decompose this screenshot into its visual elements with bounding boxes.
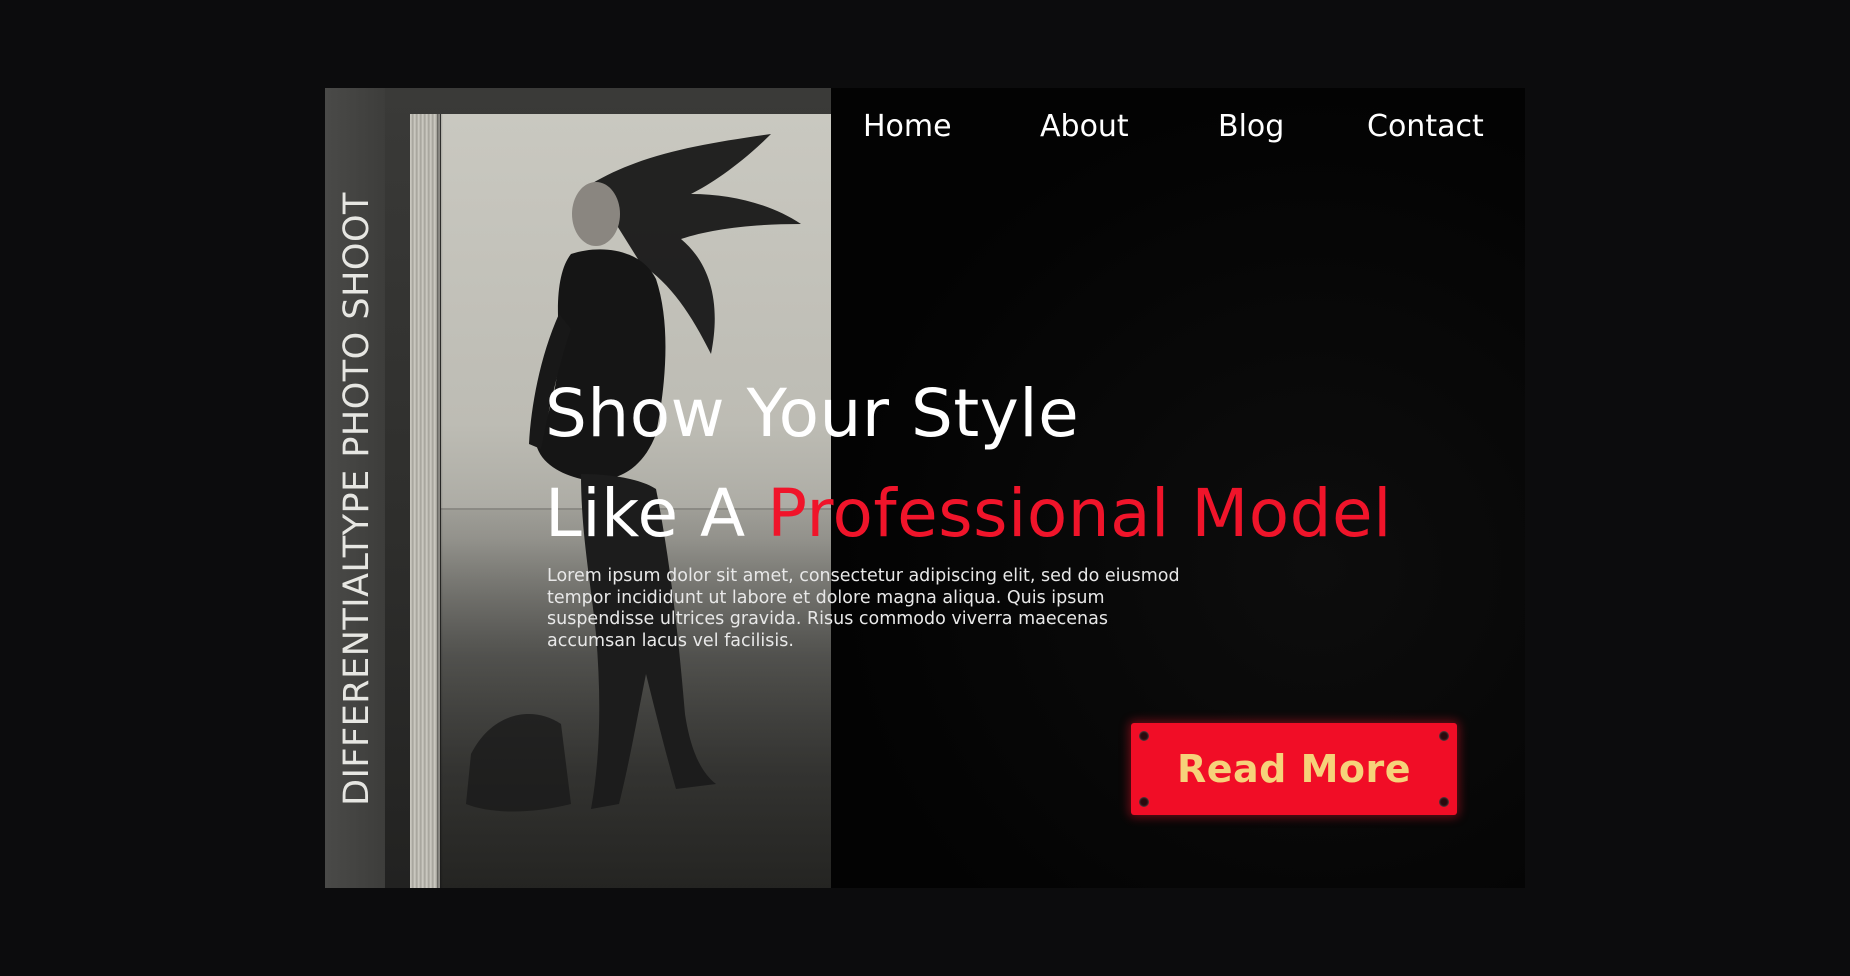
- rivet-icon: [1439, 797, 1449, 807]
- landing-hero-frame: DIFFERENTIALTYPE PHOTO SHOOT Home About …: [325, 88, 1525, 888]
- rivet-icon: [1139, 731, 1149, 741]
- rivet-icon: [1139, 797, 1149, 807]
- hero-body-text: Lorem ipsum dolor sit amet, consectetur …: [547, 566, 1180, 651]
- book-page-edges: [410, 114, 440, 888]
- read-more-button[interactable]: Read More: [1131, 723, 1457, 815]
- nav-home-link[interactable]: Home: [863, 102, 952, 152]
- nav-blog-link[interactable]: Blog: [1218, 102, 1284, 152]
- rivet-icon: [1439, 731, 1449, 741]
- side-label: DIFFERENTIALTYPE PHOTO SHOOT: [337, 192, 378, 806]
- headline-line-1: Show Your Style: [545, 375, 1080, 452]
- nav-contact-link[interactable]: Contact: [1367, 102, 1484, 152]
- main-nav: Home About Blog Contact: [325, 102, 1525, 152]
- side-label-container: DIFFERENTIALTYPE PHOTO SHOOT: [335, 144, 379, 854]
- nav-about-link[interactable]: About: [1040, 102, 1129, 152]
- book-spine-shadow: [437, 114, 443, 888]
- headline-accent: Professional Model: [767, 475, 1392, 552]
- headline-line-2: Like A Professional Model: [545, 464, 1392, 564]
- headline-line-2-prefix: Like A: [545, 475, 768, 552]
- hero-headline: Show Your Style Like A Professional Mode…: [545, 364, 1392, 564]
- read-more-label: Read More: [1176, 747, 1412, 791]
